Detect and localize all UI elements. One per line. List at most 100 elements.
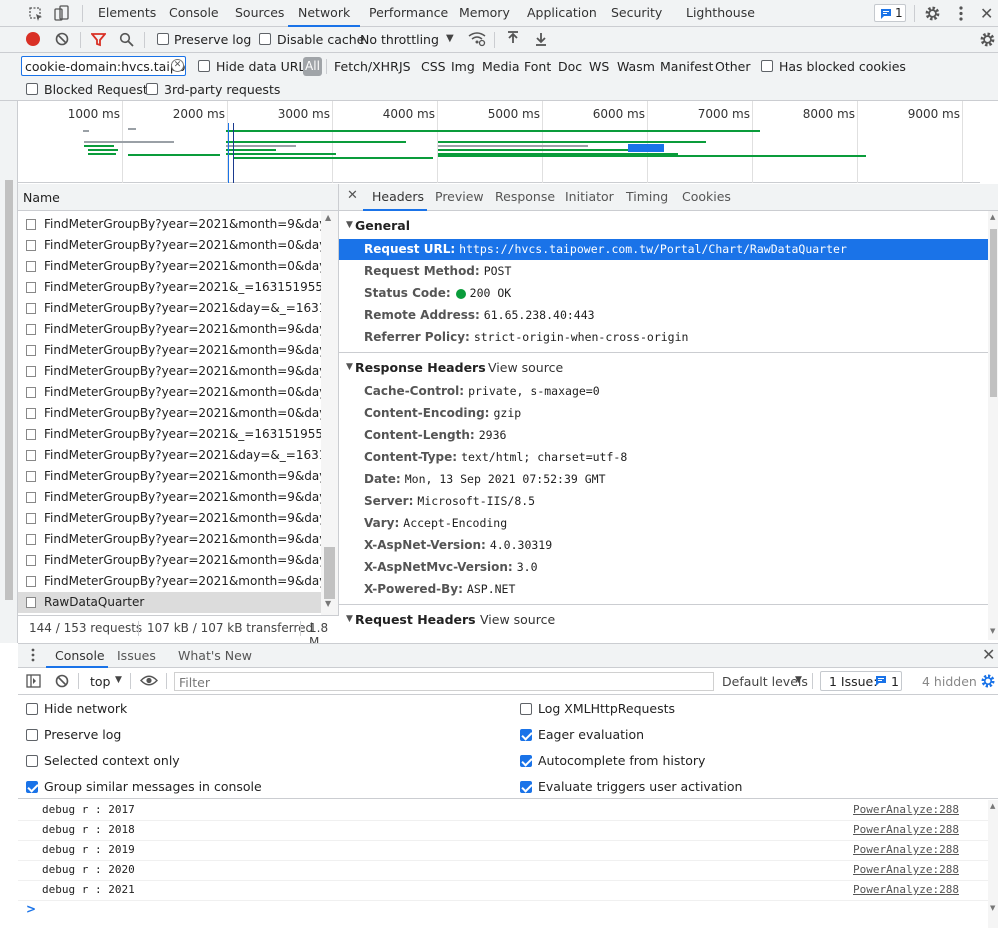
request-row[interactable]: FindMeterGroupBy?year=2021&month=9&day=1… bbox=[18, 466, 321, 487]
log-xhr-checkbox[interactable] bbox=[520, 703, 532, 715]
tab-timing[interactable]: Timing bbox=[626, 189, 668, 204]
sidebar-toggle-icon[interactable] bbox=[26, 674, 41, 691]
gear-icon[interactable] bbox=[924, 5, 941, 25]
close-drawer-icon[interactable]: ✕ bbox=[982, 645, 995, 664]
request-url-row[interactable]: Request URL: https://hvcs.taipower.com.tw… bbox=[364, 242, 847, 256]
import-har-icon[interactable] bbox=[506, 31, 520, 50]
clear-filter-icon[interactable]: ✕ bbox=[171, 59, 184, 72]
group-similar-checkbox[interactable] bbox=[26, 781, 38, 793]
drawer-tab-issues[interactable]: Issues bbox=[117, 648, 156, 663]
type-filter-fetch-xhr[interactable]: Fetch/XHR bbox=[334, 59, 399, 74]
inspect-element-icon[interactable] bbox=[28, 6, 44, 25]
status-code-row[interactable]: Status Code: 200 OK bbox=[364, 286, 511, 300]
tab-lighthouse[interactable]: Lighthouse bbox=[686, 0, 755, 27]
type-filter-ws[interactable]: WS bbox=[589, 59, 609, 74]
response-header-row[interactable]: X-Powered-By: ASP.NET bbox=[364, 582, 515, 596]
tab-performance[interactable]: Performance bbox=[369, 0, 448, 27]
type-filter-manifest[interactable]: Manifest bbox=[660, 59, 713, 74]
request-row[interactable]: FindMeterGroupBy?year=2021&_=16315195569… bbox=[18, 277, 321, 298]
eager-evaluation-checkbox[interactable] bbox=[520, 729, 532, 741]
preserve-log-checkbox[interactable] bbox=[157, 33, 169, 45]
request-row[interactable]: FindMeterGroupBy?year=2021&month=9&day=&… bbox=[18, 361, 321, 382]
tab-preview[interactable]: Preview bbox=[435, 189, 484, 204]
type-filter-js[interactable]: JS bbox=[399, 59, 411, 74]
tab-security[interactable]: Security bbox=[611, 0, 662, 27]
network-conditions-icon[interactable] bbox=[468, 31, 486, 50]
tab-sources[interactable]: Sources bbox=[235, 0, 284, 27]
referrer-policy-row[interactable]: Referrer Policy: strict-origin-when-cross… bbox=[364, 330, 688, 344]
request-row-selected[interactable]: RawDataQuarter bbox=[18, 592, 321, 613]
filter-input[interactable]: cookie-domain:hvcs.taipow ✕ bbox=[21, 56, 186, 76]
collapse-arrow-icon[interactable]: ▼ bbox=[346, 362, 353, 372]
view-source-link[interactable]: View source bbox=[480, 612, 555, 627]
scroll-down-icon[interactable]: ▼ bbox=[990, 904, 995, 912]
scroll-up-icon[interactable]: ▲ bbox=[325, 213, 331, 222]
clear-icon[interactable] bbox=[55, 32, 69, 49]
throttling-select[interactable]: No throttling bbox=[360, 32, 439, 47]
blocked-requests-checkbox[interactable] bbox=[26, 83, 38, 95]
remote-address-row[interactable]: Remote Address: 61.65.238.40:443 bbox=[364, 308, 595, 322]
console-filter-input[interactable]: Filter bbox=[174, 672, 714, 691]
request-row[interactable]: FindMeterGroupBy?year=2021&month=9&day=&… bbox=[18, 340, 321, 361]
response-header-row[interactable]: Server: Microsoft-IIS/8.5 bbox=[364, 494, 535, 508]
request-row[interactable]: FindMeterGroupBy?year=2021&month=9&day=1… bbox=[18, 319, 321, 340]
request-method-row[interactable]: Request Method: POST bbox=[364, 264, 511, 278]
response-header-row[interactable]: Content-Type: text/html; charset=utf-8 bbox=[364, 450, 627, 464]
type-filter-img[interactable]: Img bbox=[451, 59, 475, 74]
search-icon[interactable] bbox=[119, 32, 134, 50]
scroll-up-icon[interactable]: ▲ bbox=[990, 213, 995, 221]
request-row[interactable]: FindMeterGroupBy?year=2021&month=9&day=&… bbox=[18, 508, 321, 529]
request-row[interactable]: FindMeterGroupBy?year=2021&day=&_=163151… bbox=[18, 298, 321, 319]
request-row[interactable]: FindMeterGroupBy?year=2021&month=9&day=&… bbox=[18, 487, 321, 508]
type-filter-doc[interactable]: Doc bbox=[558, 59, 582, 74]
type-filter-other[interactable]: Other bbox=[715, 59, 751, 74]
autocomplete-history-checkbox[interactable] bbox=[520, 755, 532, 767]
left-scrollbar-thumb[interactable] bbox=[5, 180, 13, 600]
response-header-row[interactable]: Content-Length: 2936 bbox=[364, 428, 506, 442]
response-header-row[interactable]: X-AspNetMvc-Version: 3.0 bbox=[364, 560, 538, 574]
response-header-row[interactable]: Date: Mon, 13 Sep 2021 07:52:39 GMT bbox=[364, 472, 606, 486]
collapse-arrow-icon[interactable]: ▼ bbox=[346, 220, 353, 230]
drawer-tab-console[interactable]: Console bbox=[55, 648, 105, 663]
tab-headers[interactable]: Headers bbox=[372, 189, 424, 204]
response-header-row[interactable]: Content-Encoding: gzip bbox=[364, 406, 521, 420]
device-toolbar-icon[interactable] bbox=[54, 5, 70, 25]
type-filter-font[interactable]: Font bbox=[524, 59, 551, 74]
response-header-row[interactable]: X-AspNet-Version: 4.0.30319 bbox=[364, 538, 552, 552]
request-row[interactable]: FindMeterGroupBy?year=2021&month=0&day=3… bbox=[18, 235, 321, 256]
response-headers-title[interactable]: Response Headers bbox=[355, 360, 486, 375]
log-source-link[interactable]: PowerAnalyze:288 bbox=[853, 803, 959, 816]
has-blocked-cookies-checkbox[interactable] bbox=[761, 60, 773, 72]
console-prompt[interactable]: > bbox=[26, 902, 36, 916]
type-filter-wasm[interactable]: Wasm bbox=[617, 59, 655, 74]
request-row[interactable]: FindMeterGroupBy?year=2021&month=0&day=&… bbox=[18, 403, 321, 424]
log-source-link[interactable]: PowerAnalyze:288 bbox=[853, 883, 959, 896]
hide-network-checkbox[interactable] bbox=[26, 703, 38, 715]
log-source-link[interactable]: PowerAnalyze:288 bbox=[853, 823, 959, 836]
issues-badge[interactable]: 1 bbox=[874, 4, 906, 22]
request-row[interactable]: FindMeterGroupBy?year=2021&_=16315195570… bbox=[18, 424, 321, 445]
request-row[interactable]: FindMeterGroupBy?year=2021&month=0&day=3… bbox=[18, 382, 321, 403]
collapse-arrow-icon[interactable]: ▼ bbox=[346, 614, 353, 624]
filter-icon[interactable] bbox=[90, 32, 107, 50]
view-source-link[interactable]: View source bbox=[488, 360, 563, 375]
type-filter-media[interactable]: Media bbox=[482, 59, 520, 74]
tab-response[interactable]: Response bbox=[495, 189, 555, 204]
details-scrollbar[interactable]: ▲ ▼ bbox=[988, 211, 998, 640]
request-row[interactable]: FindMeterGroupBy?year=2021&month=9&day=&… bbox=[18, 214, 321, 235]
scroll-down-icon[interactable]: ▼ bbox=[325, 599, 331, 608]
request-row[interactable]: FindMeterGroupBy?year=2021&month=9&day=1… bbox=[18, 529, 321, 550]
tab-cookies[interactable]: Cookies bbox=[682, 189, 731, 204]
console-scrollbar[interactable]: ▲ ▼ bbox=[988, 800, 998, 928]
request-row[interactable]: FindMeterGroupBy?year=2021&month=9&day=&… bbox=[18, 550, 321, 571]
console-issues-button[interactable]: 1 Issue: 1 bbox=[820, 671, 902, 691]
general-section-title[interactable]: General bbox=[355, 218, 410, 233]
record-icon[interactable] bbox=[26, 32, 40, 46]
close-details-icon[interactable]: ✕ bbox=[347, 188, 358, 203]
tab-initiator[interactable]: Initiator bbox=[565, 189, 614, 204]
export-har-icon[interactable] bbox=[534, 31, 548, 50]
timeline-overview[interactable]: 1000 ms 2000 ms 3000 ms 4000 ms 5000 ms … bbox=[18, 101, 980, 183]
tab-console[interactable]: Console bbox=[169, 0, 219, 27]
tab-network[interactable]: Network bbox=[288, 0, 361, 27]
network-settings-gear-icon[interactable] bbox=[979, 31, 996, 51]
